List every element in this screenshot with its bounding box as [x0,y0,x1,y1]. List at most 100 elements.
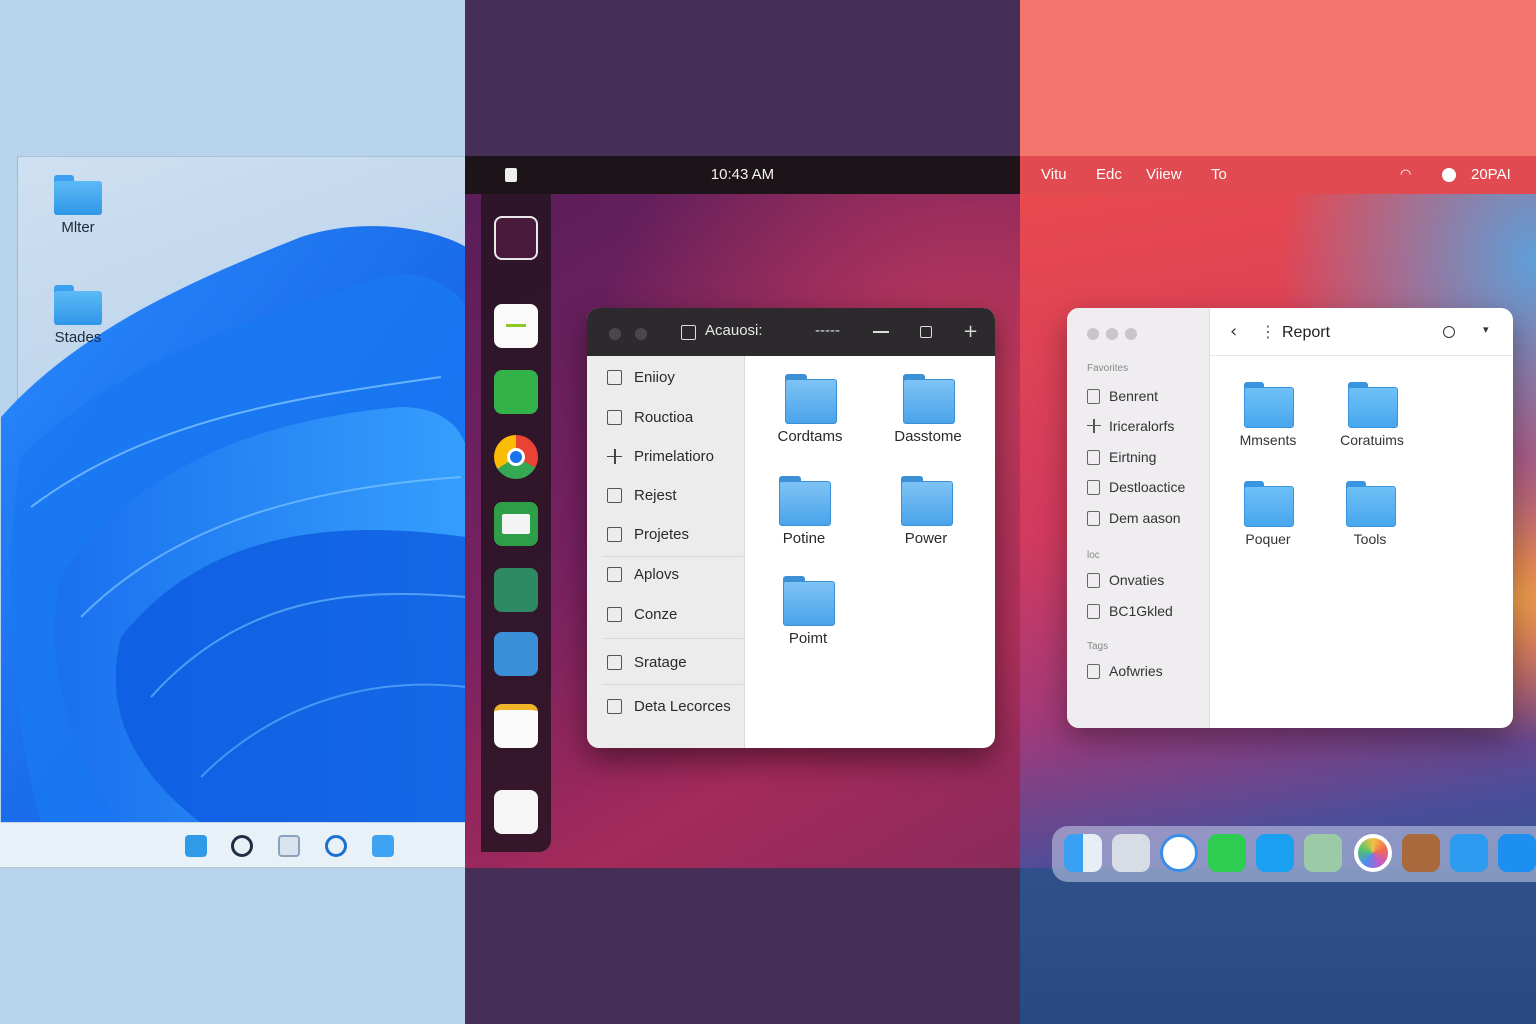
chevron-down-icon[interactable]: ▾ [1483,323,1489,336]
sidebar-item-sratage[interactable]: Sratage [607,651,687,673]
status-time[interactable]: 20PAI [1471,166,1511,183]
safari-icon[interactable] [1160,834,1198,872]
sidebar-item-rejest[interactable]: Rejest [607,484,677,506]
sidebar-item-label: Sratage [634,653,687,671]
folder-icon [1244,481,1294,527]
window-minimize-button[interactable] [1106,328,1118,340]
ubuntu-panel: 10:43 AM Acauosi: ----- + Eniioy Rouctio… [465,0,1020,1024]
spreadsheet-icon[interactable] [494,568,538,612]
explorer-icon[interactable] [185,835,207,857]
messages-icon[interactable] [1208,834,1246,872]
sidebar-item-label: Conze [634,605,678,623]
maps-icon[interactable] [1304,834,1342,872]
store-icon[interactable] [494,370,538,414]
sidebar-item-aofwries[interactable]: Aofwries [1087,662,1163,680]
sidebar-item-benrent[interactable]: Benrent [1087,387,1158,405]
sidebar-item-label: Primelatioro [634,447,715,465]
more-options-icon[interactable]: ⋮ [1260,322,1276,341]
sidebar-item-projetes[interactable]: Projetes [607,523,689,545]
sidebar-item-label: Rouctioa [634,408,694,426]
sidebar-item-label: Dem aason [1109,510,1181,526]
contacts-icon[interactable] [1402,834,1440,872]
minimize-icon[interactable] [873,331,889,333]
folder-icon [54,285,102,325]
taskview-icon[interactable] [278,835,300,857]
folder-label: Cordtams [777,428,843,445]
desktop-icon-label: Stades [54,329,102,346]
window-close-button[interactable] [1087,328,1099,340]
sidebar-item-primelatioro[interactable]: Primelatioro [607,445,714,467]
windows-bloom-wallpaper [1,226,465,823]
sidebar-item-aplovs[interactable]: Aplovs [607,563,679,585]
sidebar-item-dem-aason[interactable]: Dem aason [1087,509,1181,527]
window-title: Acauosi: [705,322,763,339]
menu-edc[interactable]: Edc [1096,166,1122,183]
folder-item[interactable]: Coratuims [1322,382,1422,448]
notes-icon[interactable] [494,704,538,748]
alert-icon[interactable] [1442,168,1456,182]
menu-viiew[interactable]: Viiew [1146,166,1182,183]
macos-menu-bar: Vitu Edc Viiew To ◠ 20PAI [1020,156,1536,194]
sidebar-section-tags: Tags [1087,641,1109,652]
folder-item[interactable]: Poquer [1218,481,1318,547]
mail-icon[interactable] [494,502,538,546]
folder-item[interactable]: Potine [749,476,859,547]
search-icon[interactable] [231,835,253,857]
sidebar-item-eirtning[interactable]: Eirtning [1087,448,1156,466]
camera-icon[interactable] [494,216,538,260]
document-icon[interactable] [494,790,538,834]
window-minimize-dot[interactable] [635,328,647,340]
appstore-icon[interactable] [1498,834,1536,872]
folder-label: Poquer [1245,531,1291,547]
folder-item[interactable]: Dasstome [873,374,983,445]
files-icon[interactable] [494,632,538,676]
mail-icon[interactable] [1256,834,1294,872]
menu-vitu[interactable]: Vitu [1041,166,1067,183]
ubuntu-file-manager-window: Acauosi: ----- + Eniioy Rouctioa Primela… [587,308,995,748]
folder-item[interactable]: Tools [1320,481,1420,547]
sidebar-item-rouctioa[interactable]: Rouctioa [607,406,693,428]
menu-to[interactable]: To [1211,166,1227,183]
windows-desktop: Mlter Stades [1,156,465,823]
finder-icon[interactable] [1064,834,1102,872]
back-chevron-icon[interactable]: ‹ [1230,321,1237,342]
sidebar-item-iriceralorfs[interactable]: Iriceralorfs [1087,417,1174,435]
add-tab-icon[interactable]: + [963,321,978,342]
sidebar-item-label: Aofwries [1109,663,1163,679]
sidebar-item-conze[interactable]: Conze [607,603,677,625]
window-title: Report [1282,324,1331,341]
text-editor-icon[interactable] [494,304,538,348]
folder-item[interactable]: Poimt [753,576,863,647]
box-icon [1087,479,1100,495]
sidebar-item-deta-lecorces[interactable]: Deta Lecorces [607,695,731,717]
plus-icon [1087,418,1101,434]
sidebar-item-onvaties[interactable]: Onvaties [1087,571,1164,589]
desktop-icon-stades[interactable]: Stades [38,285,118,346]
desktop-icon-mlter[interactable]: Mlter [38,175,118,236]
sidebar-divider [603,556,743,557]
maximize-icon[interactable] [920,326,932,338]
clock[interactable]: 10:43 AM [465,166,1020,183]
sidebar-item-bc1gkled[interactable]: BC1Gkled [1087,602,1173,620]
box-icon [607,409,622,425]
sidebar-item-label: Destloactice [1109,479,1186,495]
photos-icon[interactable] [1354,834,1392,872]
sidebar-item-destloactice[interactable]: Destloactice [1087,478,1185,496]
window-zoom-button[interactable] [1125,328,1137,340]
search-icon[interactable] [1443,326,1455,338]
mail-app-icon[interactable] [1450,834,1488,872]
folder-item[interactable]: Cordtams [755,374,865,445]
store-icon[interactable] [372,835,394,857]
wifi-icon[interactable]: ◠ [1400,166,1411,182]
window-close-button[interactable] [609,328,621,340]
sidebar-item-label: Eniioy [634,368,675,386]
folder-item[interactable]: Power [871,476,981,547]
menu-dashes[interactable]: ----- [815,322,840,339]
preview-icon[interactable] [1112,834,1150,872]
sidebar-item-eniioy[interactable]: Eniioy [607,366,675,388]
edge-icon[interactable] [325,835,347,857]
sidebar-item-label: Iriceralorfs [1109,418,1175,434]
folder-label: Dasstome [894,428,962,445]
folder-item[interactable]: Mmsents [1218,382,1318,448]
chrome-icon[interactable] [494,435,538,479]
